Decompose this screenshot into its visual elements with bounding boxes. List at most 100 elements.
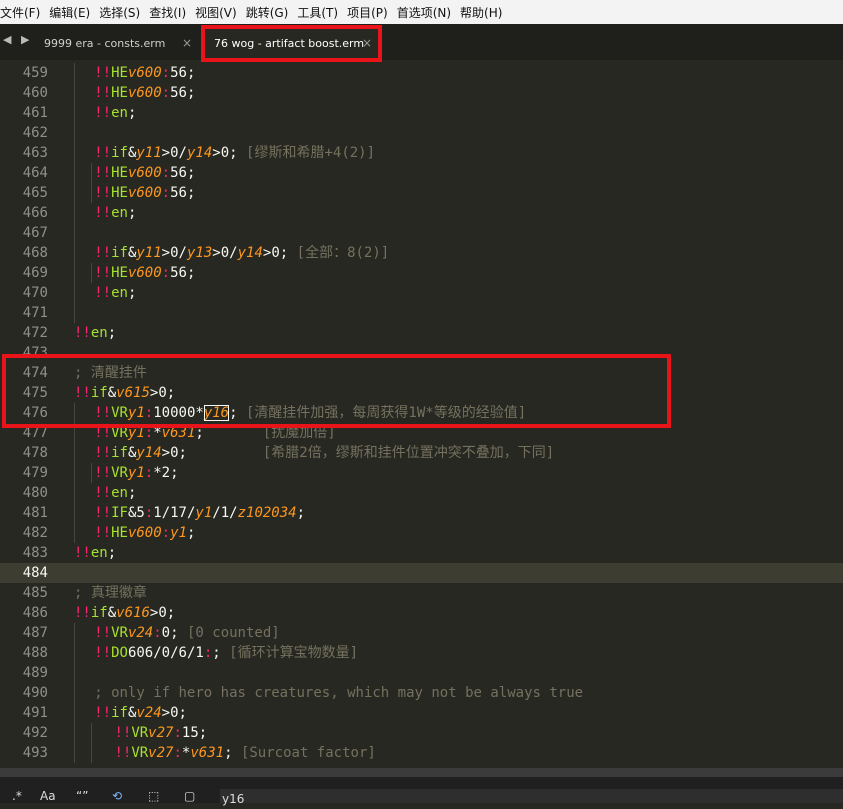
- horizontal-scrollbar[interactable]: [0, 768, 843, 777]
- line-number: 469: [22, 265, 48, 281]
- code-text: ; only if hero has creatures, which may …: [94, 685, 584, 701]
- indent-guide: [90, 183, 92, 203]
- code-line[interactable]: 459 !!HEv600:56;: [0, 63, 843, 83]
- code-highlight-box: [2, 354, 671, 428]
- code-line[interactable]: 472 !!en;: [0, 323, 843, 343]
- indent-guide: [90, 743, 92, 763]
- code-text: !!if&v616>0;: [74, 605, 176, 621]
- close-icon[interactable]: ×: [182, 36, 192, 50]
- line-number: 486: [22, 605, 48, 621]
- highlight-matches-icon[interactable]: ▢: [184, 789, 195, 803]
- code-line[interactable]: 483 !!en;: [0, 543, 843, 563]
- indent-guide: [90, 723, 92, 743]
- indent-guide: [74, 443, 75, 463]
- regex-toggle[interactable]: .*: [12, 789, 22, 803]
- line-number: 463: [22, 145, 48, 161]
- code-line[interactable]: 467: [0, 223, 843, 243]
- code-text: !!HEv600:56;: [94, 185, 196, 201]
- line-number: 472: [22, 325, 48, 341]
- in-selection-icon[interactable]: ⬚: [148, 789, 159, 803]
- code-line[interactable]: 490 ; only if hero has creatures, which m…: [0, 683, 843, 703]
- indent-guide: [74, 243, 75, 263]
- line-number: 481: [22, 505, 48, 521]
- line-number: 470: [22, 285, 48, 301]
- code-line[interactable]: 491 !!if&v24>0;: [0, 703, 843, 723]
- code-line[interactable]: 468 !!if&y11>0/y13>0/y14>0; [全部：8(2)]: [0, 243, 843, 263]
- code-line[interactable]: 482 !!HEv600:y1;: [0, 523, 843, 543]
- line-number: 460: [22, 85, 48, 101]
- code-line[interactable]: 471: [0, 303, 843, 323]
- code-line[interactable]: 481 !!IF&5:1/17/y1/1/z102034;: [0, 503, 843, 523]
- code-text: !!if&y11>0/y13>0/y14>0; [全部：8(2)]: [94, 245, 390, 261]
- code-line[interactable]: 462: [0, 123, 843, 143]
- code-text: !!HEv600:56;: [94, 165, 196, 181]
- code-line[interactable]: 466 !!en;: [0, 203, 843, 223]
- indent-guide: [74, 203, 75, 223]
- code-line[interactable]: 470 !!en;: [0, 283, 843, 303]
- line-number: 492: [22, 725, 48, 741]
- code-line[interactable]: 460 !!HEv600:56;: [0, 83, 843, 103]
- code-text: !!VRv27:*v631; [Surcoat factor]: [114, 745, 376, 761]
- code-line[interactable]: 479 !!VRy1:*2;: [0, 463, 843, 483]
- indent-guide: [74, 83, 75, 103]
- wrap-icon[interactable]: ⟲: [112, 789, 122, 803]
- code-text: !!en;: [74, 545, 117, 561]
- code-text: !!en;: [94, 485, 137, 501]
- code-text: !!HEv600:56;: [94, 65, 196, 81]
- indent-guide: [74, 103, 75, 123]
- menu-project[interactable]: 项目(P): [347, 4, 394, 21]
- case-toggle[interactable]: Aa: [40, 789, 56, 803]
- line-number: 478: [22, 445, 48, 461]
- code-text: !!VRv24:0; [0 counted]: [94, 625, 280, 641]
- indent-guide: [74, 183, 75, 203]
- code-line[interactable]: 461 !!en;: [0, 103, 843, 123]
- code-line[interactable]: 463 !!if&y11>0/y14>0; [缪斯和希腊+4(2)]: [0, 143, 843, 163]
- code-line[interactable]: 478 !!if&y14>0; [希腊2倍，缪斯和挂件位置冲突不叠加，下同]: [0, 443, 843, 463]
- menu-view[interactable]: 视图(V): [195, 4, 243, 21]
- code-line[interactable]: 465 !!HEv600:56;: [0, 183, 843, 203]
- indent-guide: [74, 523, 75, 543]
- whole-word-toggle[interactable]: “”: [76, 789, 88, 803]
- tab-nav-arrows-icon[interactable]: ◀ ▶: [3, 33, 32, 46]
- line-number: 483: [22, 545, 48, 561]
- code-line[interactable]: 487 !!VRv24:0; [0 counted]: [0, 623, 843, 643]
- code-line[interactable]: 464 !!HEv600:56;: [0, 163, 843, 183]
- indent-guide: [74, 463, 75, 483]
- code-line[interactable]: 486 !!if&v616>0;: [0, 603, 843, 623]
- code-line[interactable]: 469 !!HEv600:56;: [0, 263, 843, 283]
- code-line[interactable]: 480 !!en;: [0, 483, 843, 503]
- indent-guide: [74, 143, 75, 163]
- tab-consts[interactable]: 9999 era - consts.erm ×: [30, 28, 202, 58]
- code-line[interactable]: 485 ; 真理徽章: [0, 583, 843, 603]
- menu-tools[interactable]: 工具(T): [297, 4, 344, 21]
- code-line[interactable]: 489: [0, 663, 843, 683]
- menu-edit[interactable]: 编辑(E): [49, 4, 96, 21]
- code-text: !!en;: [94, 285, 137, 301]
- line-number: 471: [22, 305, 48, 321]
- indent-guide: [74, 683, 75, 703]
- find-input[interactable]: y16: [220, 789, 843, 806]
- indent-guide: [74, 263, 75, 283]
- line-number: 466: [22, 205, 48, 221]
- code-line[interactable]: 493 !!VRv27:*v631; [Surcoat factor]: [0, 743, 843, 763]
- code-text: !!if&y11>0/y14>0; [缪斯和希腊+4(2)]: [94, 145, 376, 161]
- indent-guide: [74, 723, 75, 743]
- menu-file[interactable]: 文件(F): [0, 4, 46, 21]
- code-text: !!HEv600:y1;: [94, 525, 196, 541]
- tab-label: 9999 era - consts.erm: [44, 36, 166, 50]
- menu-find[interactable]: 查找(I): [149, 4, 192, 21]
- code-line[interactable]: 492 !!VRv27:15;: [0, 723, 843, 743]
- menu-goto[interactable]: 跳转(G): [246, 4, 295, 21]
- line-number: 491: [22, 705, 48, 721]
- code-line[interactable]: 488 !!DO606/0/6/1:; [循环计算宝物数量]: [0, 643, 843, 663]
- indent-guide: [74, 303, 75, 323]
- code-text: !!DO606/0/6/1:; [循环计算宝物数量]: [94, 645, 359, 661]
- menu-select[interactable]: 选择(S): [99, 4, 146, 21]
- menu-preferences[interactable]: 首选项(N): [397, 4, 457, 21]
- indent-guide: [74, 123, 75, 143]
- line-number: 479: [22, 465, 48, 481]
- menu-help[interactable]: 帮助(H): [460, 4, 508, 21]
- indent-guide: [90, 463, 92, 483]
- code-line[interactable]: 484: [0, 563, 843, 583]
- indent-guide: [74, 503, 75, 523]
